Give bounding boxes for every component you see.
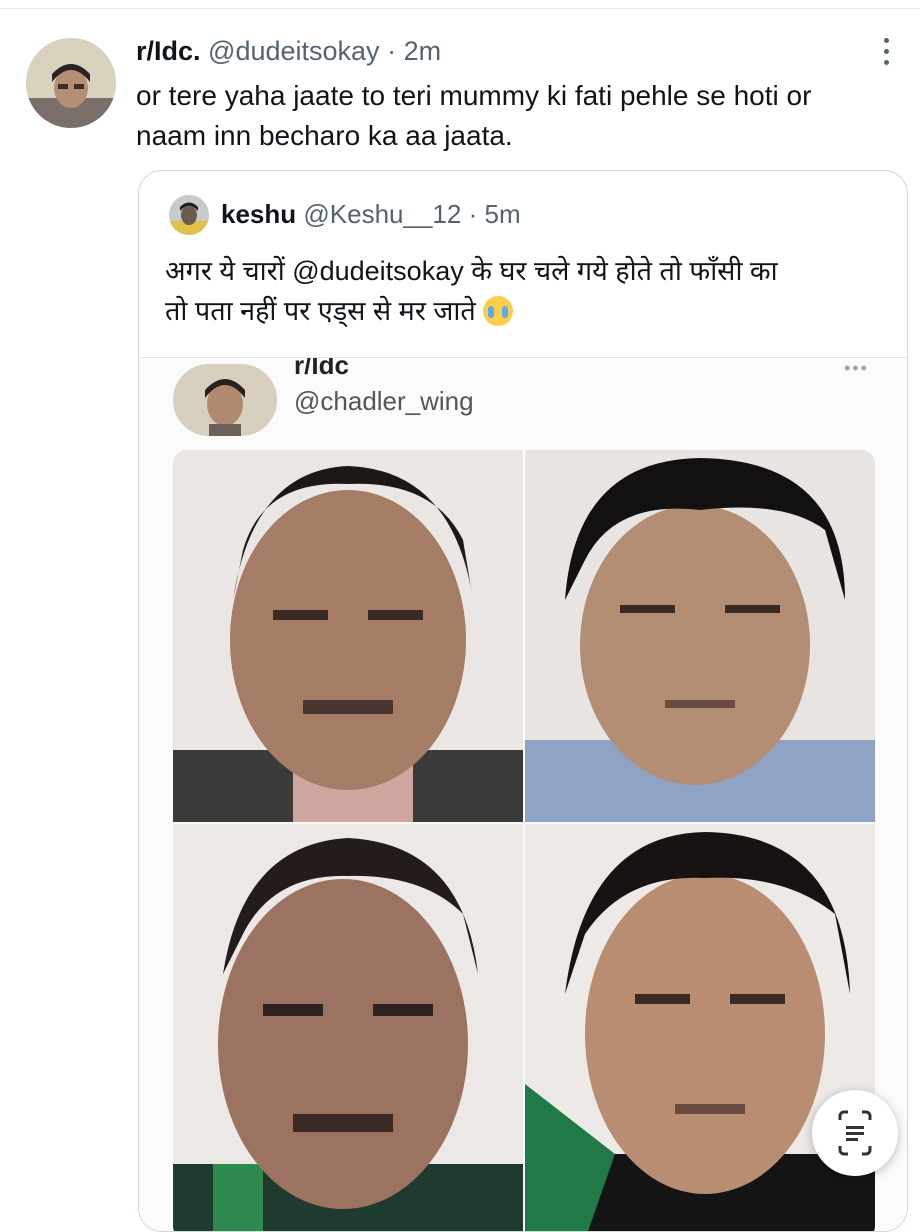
quoted-timestamp[interactable]: 5m (485, 199, 521, 229)
quoted-tweet-card[interactable]: keshu @Keshu__12 · 5m अगर ये चारों @dude… (138, 170, 908, 1232)
tweet-author-handle[interactable]: @dudeitsokay (208, 36, 380, 66)
top-divider (0, 8, 920, 9)
screenshot-author-avatar (173, 364, 277, 436)
crying-face-emoji-icon (483, 296, 514, 326)
tweet-text: or tere yaha jaate to teri mummy ki fati… (136, 76, 906, 156)
mugshot-photo-grid (173, 450, 875, 1231)
header-separator: · (387, 36, 397, 66)
quoted-tweet-header: keshu @Keshu__12 · 5m (221, 197, 521, 231)
mugshot-photo (173, 824, 523, 1231)
mugshot-photo (525, 450, 875, 822)
quoted-author-handle[interactable]: @Keshu__12 (303, 199, 461, 229)
quoted-tweet-text: अगर ये चारों @dudeitsokay के घर चले गये … (165, 251, 885, 331)
screenshot-author-handle: @chadler_wing (294, 386, 474, 416)
tweet-header: r/Idc. @dudeitsokay · 2m (136, 34, 441, 68)
google-lens-icon[interactable] (812, 1090, 898, 1176)
quoted-author-name[interactable]: keshu (221, 199, 296, 229)
tweet-text-line: or tere yaha jaate to teri mummy ki fati… (136, 80, 812, 111)
quoted-text-line: तो पता नहीं पर एड्स से मर जाते (165, 296, 476, 326)
tweet-author-name[interactable]: r/Idc. (136, 36, 201, 66)
header-separator: · (468, 199, 478, 229)
quoted-author-avatar[interactable] (169, 195, 209, 235)
tweet-timestamp[interactable]: 2m (404, 36, 442, 66)
tweet-author-avatar[interactable] (26, 38, 116, 128)
attached-screenshot-image[interactable]: r/Idc @chadler_wing ••• (139, 357, 907, 1231)
screenshot-author-name: r/Idc (294, 357, 349, 380)
mugshot-photo (173, 450, 523, 822)
more-vertical-icon[interactable] (876, 36, 896, 68)
screenshot-more-dots: ••• (844, 358, 869, 378)
tweet-text-line: naam inn becharo ka aa jaata. (136, 120, 513, 151)
quoted-text-line: अगर ये चारों @dudeitsokay के घर चले गये … (165, 256, 778, 286)
